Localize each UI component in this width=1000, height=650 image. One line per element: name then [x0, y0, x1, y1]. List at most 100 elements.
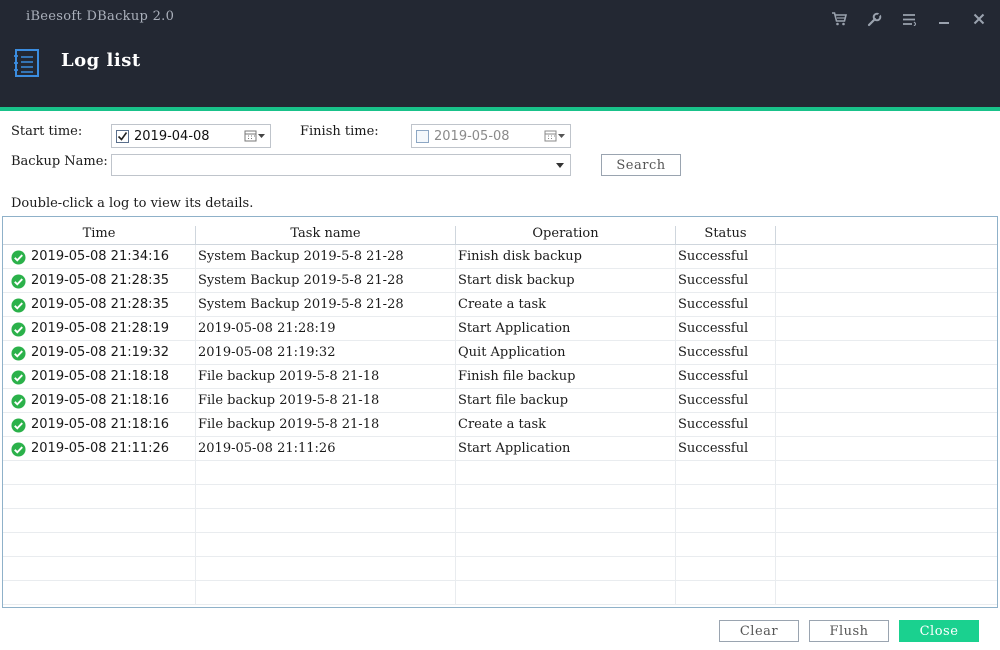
flush-button[interactable]: Flush	[809, 620, 889, 642]
cell-task: 2019-05-08 21:11:26	[196, 437, 456, 461]
cell-time: 2019-05-08 21:19:32	[3, 341, 196, 365]
time-value: 2019-05-08 21:34:16	[31, 249, 170, 264]
empty-cell	[676, 509, 776, 533]
time-value: 2019-05-08 21:18:16	[31, 417, 170, 432]
cell-operation: Quit Application	[456, 341, 676, 365]
cell-status: Successful	[676, 269, 776, 293]
empty-cell	[196, 533, 456, 557]
cell-status: Successful	[676, 245, 776, 269]
title-bar: iBeesoft DBackup 2.0 Log list	[0, 0, 1000, 108]
finish-time-picker[interactable]: 2019-05-08	[411, 124, 571, 148]
close-icon[interactable]	[968, 8, 990, 30]
cell-time: 2019-05-08 21:28:19	[3, 317, 196, 341]
calendar-dropdown-icon[interactable]	[544, 128, 566, 144]
empty-cell	[676, 557, 776, 581]
table-row[interactable]: 2019-05-08 21:18:16 File backup 2019-5-8 …	[3, 389, 997, 413]
table-row[interactable]: 2019-05-08 21:34:16 System Backup 2019-5-…	[3, 245, 997, 269]
cell-operation: Start disk backup	[456, 269, 676, 293]
cell-operation: Create a task	[456, 413, 676, 437]
empty-cell	[456, 485, 676, 509]
empty-cell	[456, 557, 676, 581]
cell-time: 2019-05-08 21:18:16	[3, 413, 196, 437]
column-operation[interactable]: Operation	[456, 226, 676, 245]
start-time-checkbox[interactable]	[116, 129, 129, 143]
table-row-empty	[3, 533, 997, 557]
cell-status: Successful	[676, 437, 776, 461]
chevron-down-icon[interactable]	[556, 163, 564, 168]
log-table[interactable]: Time Task name Operation Status 2019-05-…	[2, 216, 998, 608]
empty-cell	[196, 461, 456, 485]
empty-cell	[776, 557, 997, 581]
table-header: Time Task name Operation Status	[3, 217, 997, 245]
time-value: 2019-05-08 21:28:19	[31, 321, 170, 336]
time-value: 2019-05-08 21:19:32	[31, 345, 170, 360]
empty-cell	[776, 437, 997, 461]
cell-time: 2019-05-08 21:28:35	[3, 269, 196, 293]
empty-cell	[196, 581, 456, 605]
start-time-picker[interactable]: 2019-04-08	[111, 124, 271, 148]
empty-cell	[776, 581, 997, 605]
table-row[interactable]: 2019-05-08 21:18:16 File backup 2019-5-8 …	[3, 413, 997, 437]
table-row[interactable]: 2019-05-08 21:11:26 2019-05-08 21:11:26 St…	[3, 437, 997, 461]
table-row-empty	[3, 485, 997, 509]
column-status[interactable]: Status	[676, 226, 776, 245]
column-time[interactable]: Time	[3, 226, 196, 245]
success-check-icon	[11, 345, 26, 361]
success-check-icon	[11, 369, 26, 385]
wrench-icon[interactable]	[863, 8, 885, 30]
backup-name-label: Backup Name:	[11, 154, 108, 169]
calendar-dropdown-icon[interactable]	[244, 128, 266, 144]
cell-operation: Start Application	[456, 437, 676, 461]
table-row[interactable]: 2019-05-08 21:28:19 2019-05-08 21:28:19 St…	[3, 317, 997, 341]
empty-cell	[776, 317, 997, 341]
cell-task: System Backup 2019-5-8 21-28	[196, 269, 456, 293]
empty-cell	[676, 581, 776, 605]
cell-time: 2019-05-08 21:11:26	[3, 437, 196, 461]
cell-task: System Backup 2019-5-8 21-28	[196, 293, 456, 317]
cart-icon[interactable]	[828, 8, 850, 30]
cell-operation: Start file backup	[456, 389, 676, 413]
cell-operation: Start Application	[456, 317, 676, 341]
time-value: 2019-05-08 21:18:18	[31, 369, 170, 384]
finish-time-checkbox[interactable]	[416, 129, 429, 143]
empty-cell	[776, 293, 997, 317]
empty-cell	[196, 485, 456, 509]
clear-button[interactable]: Clear	[719, 620, 799, 642]
empty-cell	[776, 533, 997, 557]
table-row[interactable]: 2019-05-08 21:19:32 2019-05-08 21:19:32 Qu…	[3, 341, 997, 365]
minimize-icon[interactable]	[933, 8, 955, 30]
time-value: 2019-05-08 21:18:16	[31, 393, 170, 408]
empty-cell	[456, 581, 676, 605]
empty-cell	[3, 461, 196, 485]
close-button[interactable]: Close	[899, 620, 979, 642]
empty-cell	[456, 509, 676, 533]
empty-cell	[776, 269, 997, 293]
success-check-icon	[11, 297, 26, 313]
finish-date-value: 2019-05-08	[434, 128, 510, 144]
empty-cell	[676, 485, 776, 509]
empty-cell	[3, 557, 196, 581]
start-date-value: 2019-04-08	[134, 128, 210, 144]
column-task-name[interactable]: Task name	[196, 226, 456, 245]
menu-icon[interactable]	[898, 8, 920, 30]
empty-cell	[776, 461, 997, 485]
backup-name-select[interactable]	[111, 154, 571, 176]
cell-task: 2019-05-08 21:19:32	[196, 341, 456, 365]
table-row[interactable]: 2019-05-08 21:28:35 System Backup 2019-5-…	[3, 293, 997, 317]
empty-cell	[196, 557, 456, 581]
table-row[interactable]: 2019-05-08 21:18:18 File backup 2019-5-8 …	[3, 365, 997, 389]
hint-text: Double-click a log to view its details.	[11, 196, 254, 211]
empty-cell	[3, 581, 196, 605]
cell-time: 2019-05-08 21:34:16	[3, 245, 196, 269]
log-list-icon	[13, 48, 41, 78]
empty-cell	[456, 533, 676, 557]
table-row-empty	[3, 557, 997, 581]
search-button[interactable]: Search	[601, 154, 681, 176]
empty-cell	[776, 485, 997, 509]
table-row[interactable]: 2019-05-08 21:28:35 System Backup 2019-5-…	[3, 269, 997, 293]
time-value: 2019-05-08 21:28:35	[31, 273, 170, 288]
cell-status: Successful	[676, 413, 776, 437]
empty-cell	[3, 485, 196, 509]
success-check-icon	[11, 417, 26, 433]
header-accent-bar	[0, 107, 1000, 111]
